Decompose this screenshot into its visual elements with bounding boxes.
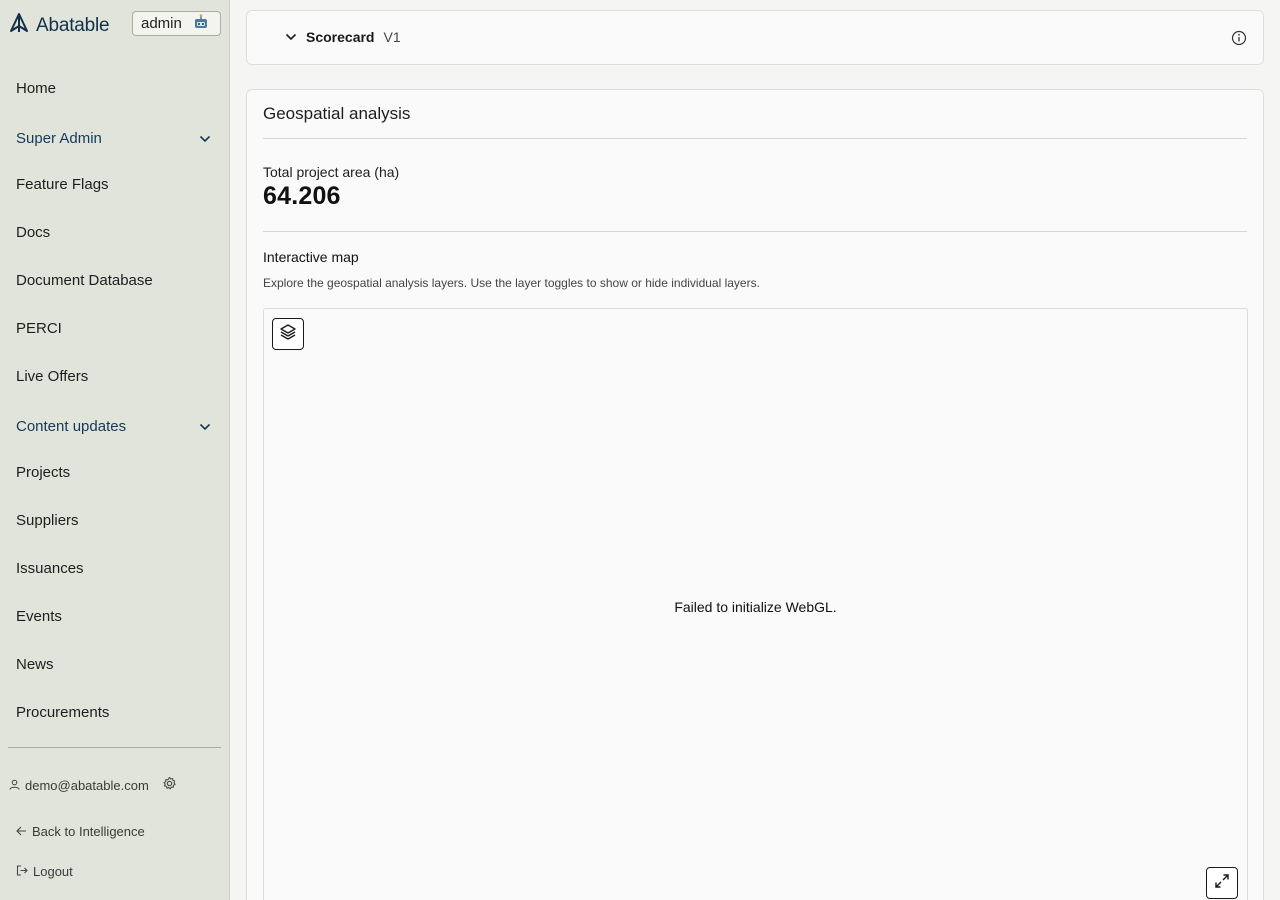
sidebar-item-label: Docs (16, 224, 51, 241)
user-icon (9, 778, 20, 793)
sidebar-item-feature-flags[interactable]: Feature Flags (16, 176, 216, 193)
scorecard-version: V1 (383, 29, 401, 45)
sidebar-group-super-admin[interactable]: Super Admin (16, 130, 216, 147)
sidebar-item-projects[interactable]: Projects (16, 464, 216, 481)
chevron-down-icon (285, 28, 297, 46)
geospatial-title: Geospatial analysis (263, 104, 411, 123)
sidebar-item-label: Events (16, 608, 62, 625)
sidebar-item-label: News (16, 656, 54, 673)
sidebar-item-label: Home (16, 80, 57, 97)
info-icon[interactable] (1231, 30, 1247, 51)
scorecard-card: Scorecard V1 (246, 10, 1264, 65)
logout-label: Logout (33, 864, 73, 879)
user-account: demo@abatable.com (9, 776, 177, 794)
sidebar-item-docs[interactable]: Docs (16, 224, 216, 241)
logout-icon (16, 864, 28, 879)
sidebar-item-home[interactable]: Home (16, 80, 216, 97)
sidebar-item-suppliers[interactable]: Suppliers (16, 512, 216, 529)
scorecard-title: Scorecard (306, 29, 375, 45)
map-title: Interactive map (263, 249, 359, 265)
layers-icon (279, 323, 297, 346)
back-label: Back to Intelligence (32, 824, 145, 839)
sidebar-item-news[interactable]: News (16, 656, 216, 673)
project-area-label: Total project area (ha) (263, 164, 400, 180)
sidebar-item-events[interactable]: Events (16, 608, 216, 625)
expand-icon (1214, 873, 1230, 894)
sidebar-item-label: Issuances (16, 560, 84, 577)
back-to-intelligence-link[interactable]: Back to Intelligence (16, 824, 145, 839)
brand[interactable]: Abatable (8, 12, 110, 39)
map-description: Explore the geospatial analysis layers. … (263, 276, 760, 290)
project-area-value: 64.206 (263, 182, 341, 210)
gear-icon[interactable] (162, 776, 177, 794)
sidebar-item-label: Suppliers (16, 512, 79, 529)
robot-icon (192, 13, 210, 34)
sidebar-item-label: Live Offers (16, 368, 89, 385)
chevron-down-icon (199, 418, 211, 435)
sidebar-item-label: Procurements (16, 704, 110, 721)
sidebar-divider (8, 747, 221, 748)
sidebar-group-content-updates[interactable]: Content updates (16, 418, 216, 435)
sidebar-item-label: Content updates (16, 418, 127, 435)
sidebar-item-procurements[interactable]: Procurements (16, 704, 216, 721)
map-error-message: Failed to initialize WebGL. (674, 599, 837, 615)
arrow-left-icon (16, 824, 27, 839)
geospatial-card: Geospatial analysis Total project area (… (246, 89, 1264, 900)
brand-name: Abatable (36, 14, 110, 36)
sidebar-item-perci[interactable]: PERCI (16, 320, 216, 337)
user-email: demo@abatable.com (25, 777, 149, 793)
sidebar-item-label: PERCI (16, 320, 62, 337)
section-divider (263, 231, 1247, 232)
interactive-map[interactable]: Failed to initialize WebGL. (263, 308, 1248, 900)
layers-toggle-button[interactable] (272, 318, 304, 350)
chevron-down-icon (199, 130, 211, 147)
scorecard-toggle[interactable]: Scorecard V1 (285, 28, 401, 46)
sidebar-item-live-offers[interactable]: Live Offers (16, 368, 216, 385)
sidebar-item-label: Super Admin (16, 130, 102, 147)
fullscreen-button[interactable] (1206, 867, 1238, 899)
sidebar-item-issuances[interactable]: Issuances (16, 560, 216, 577)
sidebar: Abatable admin Home Super Admin Feature … (0, 0, 230, 900)
logout-link[interactable]: Logout (16, 864, 73, 879)
section-divider (263, 138, 1247, 139)
abatable-logo-icon (8, 12, 30, 39)
sidebar-item-label: Document Database (16, 272, 153, 289)
role-label: admin (141, 15, 182, 32)
sidebar-item-label: Projects (16, 464, 71, 481)
sidebar-item-label: Feature Flags (16, 176, 109, 193)
sidebar-item-document-database[interactable]: Document Database (16, 272, 216, 289)
role-switcher[interactable]: admin (132, 11, 221, 36)
